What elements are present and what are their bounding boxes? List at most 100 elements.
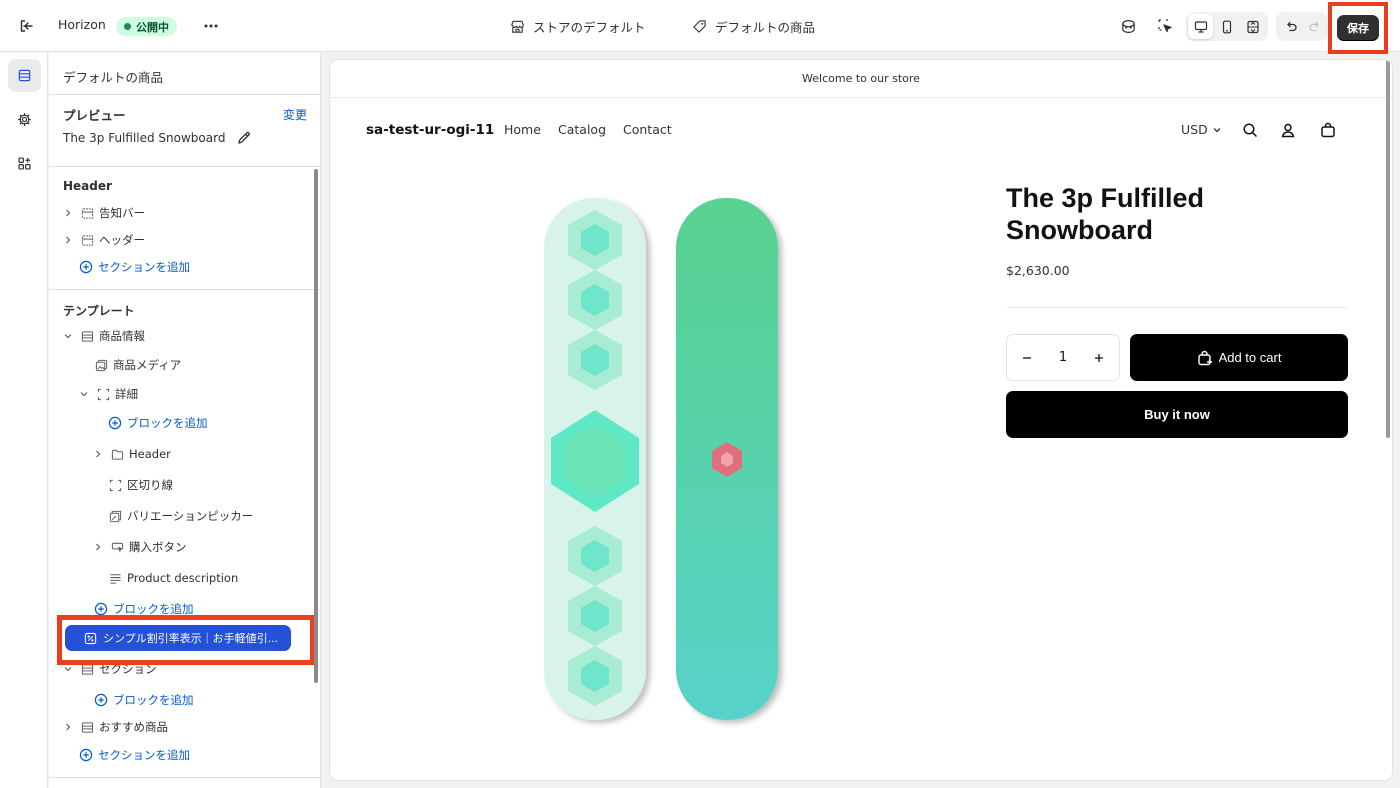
quantity-decrease-button[interactable] [1021,352,1033,364]
sections-panel: デフォルトの商品 プレビュー 変更 The 3p Fulfilled Snowb… [49,53,321,788]
block-buy-buttons[interactable]: 購入ボタン [93,536,187,558]
header-group-label: Header [63,179,112,193]
fullscreen-view-button[interactable] [1240,14,1265,39]
currency-label: USD [1181,122,1208,137]
quantity-value[interactable]: 1 [1059,350,1067,365]
divider [49,289,320,290]
undo-button[interactable] [1278,14,1303,39]
section-header[interactable]: ヘッダー [63,229,145,251]
inspector-button[interactable] [1116,14,1140,38]
pencil-icon[interactable] [237,131,251,145]
desktop-view-button[interactable] [1188,14,1213,39]
undo-icon [1286,21,1297,31]
group-icon [96,387,110,401]
nav-link-contact[interactable]: Contact [623,122,672,137]
section-icon [80,206,94,220]
store-template-label: ストアのデフォルト [533,20,646,35]
block-label: 購入ボタン [129,540,187,554]
chevron-right-icon[interactable] [63,209,73,217]
more-actions-button[interactable] [200,14,222,38]
block-label: 区切り線 [127,478,173,492]
add-section-template-button[interactable]: セクションを追加 [79,744,190,766]
product-image-snowboards[interactable] [530,188,800,728]
block-divider[interactable]: 区切り線 [108,474,173,496]
save-button[interactable]: 保存 [1337,15,1379,41]
app-block-highlight: シンプル割引率表示｜お手軽値引... [57,615,315,665]
add-section-header-button[interactable]: セクションを追加 [79,256,190,278]
block-header-group[interactable]: Header [93,443,171,465]
divider [1006,307,1348,308]
add-section-label: セクションを追加 [98,260,190,274]
text-icon [108,571,122,585]
section-announcement-bar[interactable]: 告知バー [63,202,145,224]
chevron-down-icon [1213,127,1221,132]
select-element-button[interactable] [1153,14,1177,38]
product-price: $2,630.00 [1006,263,1070,278]
account-icon[interactable] [1278,120,1298,140]
add-to-cart-button[interactable]: Add to cart [1130,334,1348,381]
change-preview-link[interactable]: 変更 [283,106,307,123]
preview-product: The 3p Fulfilled Snowboard [63,131,251,145]
block-label: Product description [127,571,239,585]
section-label: ヘッダー [99,233,145,247]
block-label: 詳細 [115,387,138,401]
plus-circle-icon [79,748,93,762]
tag-icon [692,19,707,34]
gear-icon [18,113,31,126]
sections-rail-button[interactable] [8,59,41,92]
folder-icon [110,447,124,461]
theme-name: Horizon [58,17,106,32]
buy-it-now-button[interactable]: Buy it now [1006,391,1348,438]
add-block-details-button[interactable]: ブロックを追加 [108,412,208,434]
app-block-simple-discount[interactable]: シンプル割引率表示｜お手軽値引... [65,625,291,651]
currency-selector[interactable]: USD [1181,122,1222,137]
editor-top-bar: Horizon 公開中 ストアのデフォルト デフォルトの商品 保存 [0,0,1400,54]
group-icon [108,478,122,492]
add-block-label: ブロックを追加 [113,693,194,707]
mobile-view-button[interactable] [1214,14,1239,39]
chevron-down-icon[interactable] [63,665,73,673]
preview-scrollbar[interactable] [1386,60,1390,438]
sections-icon [18,69,31,82]
save-button-highlight: 保存 [1328,2,1388,54]
nav-link-catalog[interactable]: Catalog [558,122,606,137]
divider [49,94,320,95]
section-recommended-products[interactable]: おすすめ商品 [63,716,168,738]
add-to-cart-label: Add to cart [1218,350,1282,365]
chevron-right-icon[interactable] [93,450,103,458]
block-product-media[interactable]: 商品メディア [94,354,181,376]
section-product-info[interactable]: 商品情報 [63,325,145,347]
store-template-selector[interactable]: ストアのデフォルト [510,17,646,36]
preview-label: プレビュー [63,108,126,123]
product-template-selector[interactable]: デフォルトの商品 [692,17,815,36]
block-variant-picker[interactable]: バリエーションピッカー [108,505,253,527]
chevron-down-icon[interactable] [79,390,89,398]
add-cart-icon [1197,350,1213,366]
cursor-select-icon [1158,19,1172,33]
apps-rail-button[interactable] [8,147,41,180]
chevron-right-icon[interactable] [63,723,73,731]
chevron-right-icon[interactable] [63,236,73,244]
cart-icon[interactable] [1318,120,1338,140]
panel-scrollbar[interactable] [314,169,318,683]
block-details[interactable]: 詳細 [79,383,138,405]
theme-settings-rail-button[interactable] [8,103,41,136]
chevron-down-icon[interactable] [63,332,73,340]
inspector-icon [1121,19,1135,33]
section-label: おすすめ商品 [99,720,168,734]
quantity-stepper: 1 [1006,334,1120,381]
block-product-description[interactable]: Product description [108,567,238,589]
quantity-increase-button[interactable] [1093,352,1105,364]
search-icon[interactable] [1240,120,1260,140]
add-block-app-section-button[interactable]: ブロックを追加 [94,689,194,711]
variant-picker-icon [108,509,122,523]
store-logo[interactable]: sa-test-ur-ogi-11 [366,122,494,138]
more-icon [204,24,218,28]
desktop-icon [1194,20,1207,33]
exit-editor-button[interactable] [14,14,38,38]
nav-link-home[interactable]: Home [504,122,541,137]
product-title: The 3p Fulfilled Snowboard [1006,183,1205,245]
redo-button[interactable] [1302,14,1327,39]
plus-circle-icon [108,416,122,430]
chevron-right-icon[interactable] [93,543,103,551]
